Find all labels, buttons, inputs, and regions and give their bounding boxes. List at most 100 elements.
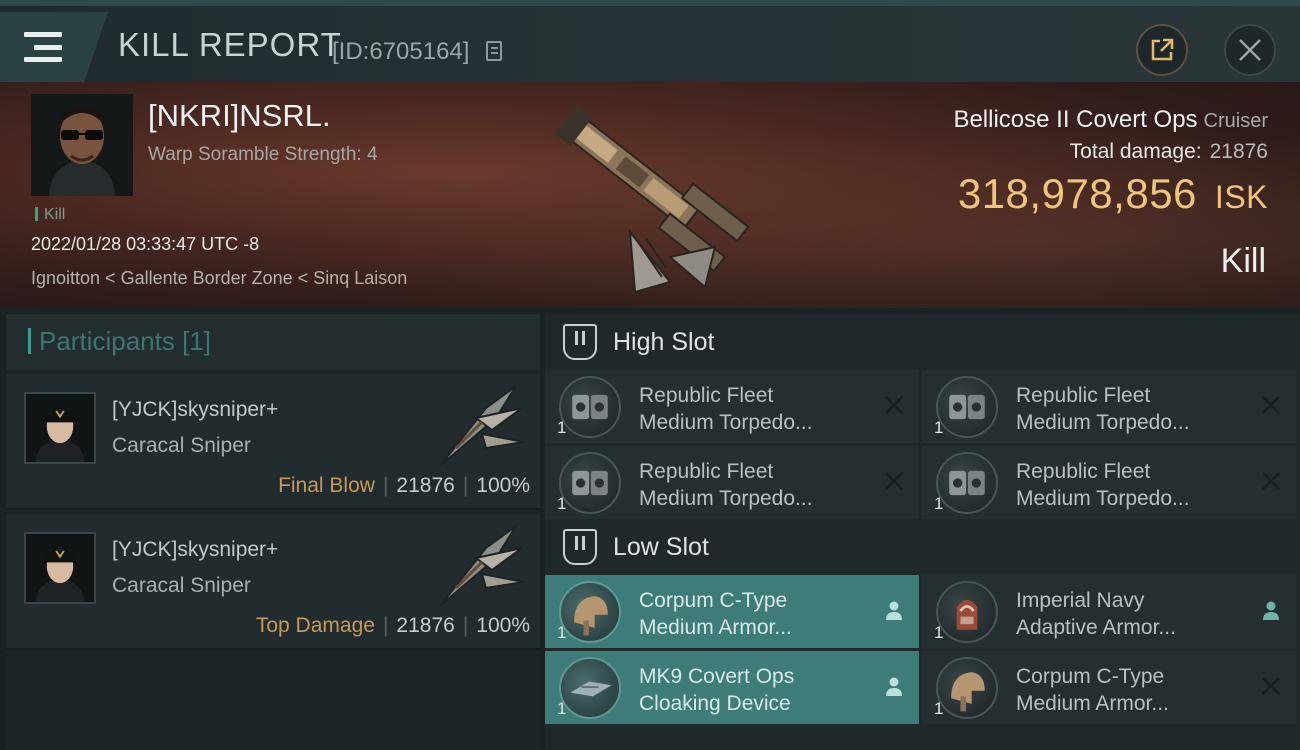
module-item[interactable]: 1 Republic Fleet Medium Torpedo... [545,446,919,519]
close-button[interactable] [1224,24,1276,76]
module-item[interactable]: 1 Corpum C-Type Medium Armor... [545,575,919,648]
ship-name-text: Bellicose II Covert Ops [953,106,1198,133]
participant-avatar [24,532,96,604]
dropped-person-icon [1263,601,1279,620]
top-bar: KILL REPORT [ID:6705164] [0,0,1300,82]
module-quantity: 1 [934,418,944,437]
destroyed-icon [1262,472,1280,490]
destroyed-icon [1262,396,1280,414]
participant-percent: 100% [476,474,530,497]
participant-ship: Caracal Sniper [112,574,251,597]
module-item[interactable]: 1 MK9 Covert Ops Cloaking Device [545,651,919,724]
participant-avatar [24,392,96,464]
module-name: Republic Fleet Medium Torpedo... [1016,384,1190,434]
victim-ship-name[interactable]: Bellicose II Covert Ops Cruiser [953,106,1268,134]
participant-stats: Final Blow | 21876 | 100% [278,474,530,497]
kill-result: Kill [1220,242,1266,280]
torpedo-launcher-icon [559,452,621,514]
participant-name[interactable]: [YJCK]skysniper+ [112,398,278,422]
participant-ship: Caracal Sniper [112,434,251,457]
armor-repairer-icon [559,581,621,643]
participant-damage: 21876 [396,474,455,497]
module-quantity: 1 [557,699,567,718]
victim-summary: [NKRI]NSRL. Warp Soramble Strength: 4 Ki… [0,82,1300,308]
low-slot-title: Low Slot [613,532,709,561]
participant-damage: 21876 [396,614,455,637]
low-slot-grid: 1 Corpum C-Type Medium Armor... 1 Imperia… [545,575,1300,724]
module-name: Republic Fleet Medium Torpedo... [639,384,813,434]
high-slot-header: High Slot [545,314,1300,370]
participant-stats: Top Damage | 21876 | 100% [255,614,530,637]
participant-role: Top Damage [255,614,375,637]
module-name: Corpum C-Type Medium Armor... [1016,665,1169,715]
caracal-ship-icon [439,525,525,607]
warp-scramble-strength: Warp Soramble Strength: 4 [148,144,378,165]
participant-ship-image [426,518,530,614]
ship-render-icon [554,105,750,294]
high-slot-icon [563,324,597,360]
adaptive-armor-icon [936,581,998,643]
participants-panel: Participants [1] [YJCK]skysniper+ Caraca… [6,314,540,750]
ship-class: Cruiser [1203,110,1268,132]
armor-repairer-icon [936,657,998,719]
dropped-person-icon [886,601,902,620]
participant-percent: 100% [476,614,530,637]
module-item[interactable]: 1 Corpum C-Type Medium Armor... [922,651,1296,724]
victim-pilot-name[interactable]: [NKRI]NSRL. [148,98,331,134]
participant-row[interactable]: [YJCK]skysniper+ Caracal Sniper Final Bl… [6,374,540,510]
hamburger-icon [24,32,62,62]
caracal-ship-icon [439,385,525,467]
module-item[interactable]: 1 Republic Fleet Medium Torpedo... [922,446,1296,519]
torpedo-launcher-icon [936,452,998,514]
participants-header[interactable]: Participants [1] [6,314,540,370]
module-item[interactable]: 1 Republic Fleet Medium Torpedo... [545,370,919,443]
module-name: Republic Fleet Medium Torpedo... [1016,460,1190,510]
page-title: KILL REPORT [118,26,342,63]
kill-location[interactable]: Ignoitton < Gallente Border Zone < Sinq … [31,268,407,289]
cloaking-device-icon [559,657,621,719]
participant-ship-image [426,378,530,474]
torpedo-launcher-icon [936,376,998,438]
victim-portrait[interactable] [31,94,133,196]
high-slot-title: High Slot [613,327,715,356]
fitting-panel: High Slot 1 Republic Fleet Medium Torpedo… [545,314,1300,750]
module-quantity: 1 [557,494,567,513]
pilot-avatar-icon [31,94,133,196]
pilot-avatar-icon [26,534,94,602]
kill-tag: Kill [35,206,65,224]
share-button[interactable] [1136,24,1188,76]
menu-button[interactable] [0,12,108,82]
participant-row[interactable]: [YJCK]skysniper+ Caracal Sniper Top Dama… [6,514,540,650]
module-item[interactable]: 1 Republic Fleet Medium Torpedo... [922,370,1296,443]
module-name: Republic Fleet Medium Torpedo... [639,460,813,510]
module-quantity: 1 [934,494,944,513]
participant-name[interactable]: [YJCK]skysniper+ [112,538,278,562]
share-icon [1151,38,1174,61]
module-quantity: 1 [934,623,944,642]
pilot-avatar-icon [26,394,94,462]
report-id: [ID:6705164] [332,38,470,65]
destroyed-icon [885,472,903,490]
total-damage-value: 21876 [1209,140,1268,163]
module-quantity: 1 [557,623,567,642]
destroyed-icon [1262,677,1280,695]
isk-value: 318,978,856 ISK [958,170,1268,218]
high-slot-grid: 1 Republic Fleet Medium Torpedo... 1 Repu… [545,370,1300,519]
module-name: Corpum C-Type Medium Armor... [639,589,792,639]
isk-unit: ISK [1214,179,1268,215]
module-name: MK9 Covert Ops Cloaking Device [639,665,795,715]
kill-datetime: 2022/01/28 03:33:47 UTC -8 [31,234,260,254]
dropped-person-icon [886,677,902,696]
close-icon [1239,39,1261,61]
victim-ship-image[interactable] [530,82,780,302]
module-quantity: 1 [934,699,944,718]
module-item[interactable]: 1 Imperial Navy Adaptive Armor... [922,575,1296,648]
module-quantity: 1 [557,418,567,437]
module-name: Imperial Navy Adaptive Armor... [1016,589,1176,639]
destroyed-icon [885,396,903,414]
copy-icon[interactable] [486,41,502,61]
total-damage: Total damage: 21876 [1070,140,1268,164]
low-slot-icon [563,529,597,565]
isk-amount: 318,978,856 [957,170,1197,217]
total-damage-label: Total damage: [1069,140,1202,163]
